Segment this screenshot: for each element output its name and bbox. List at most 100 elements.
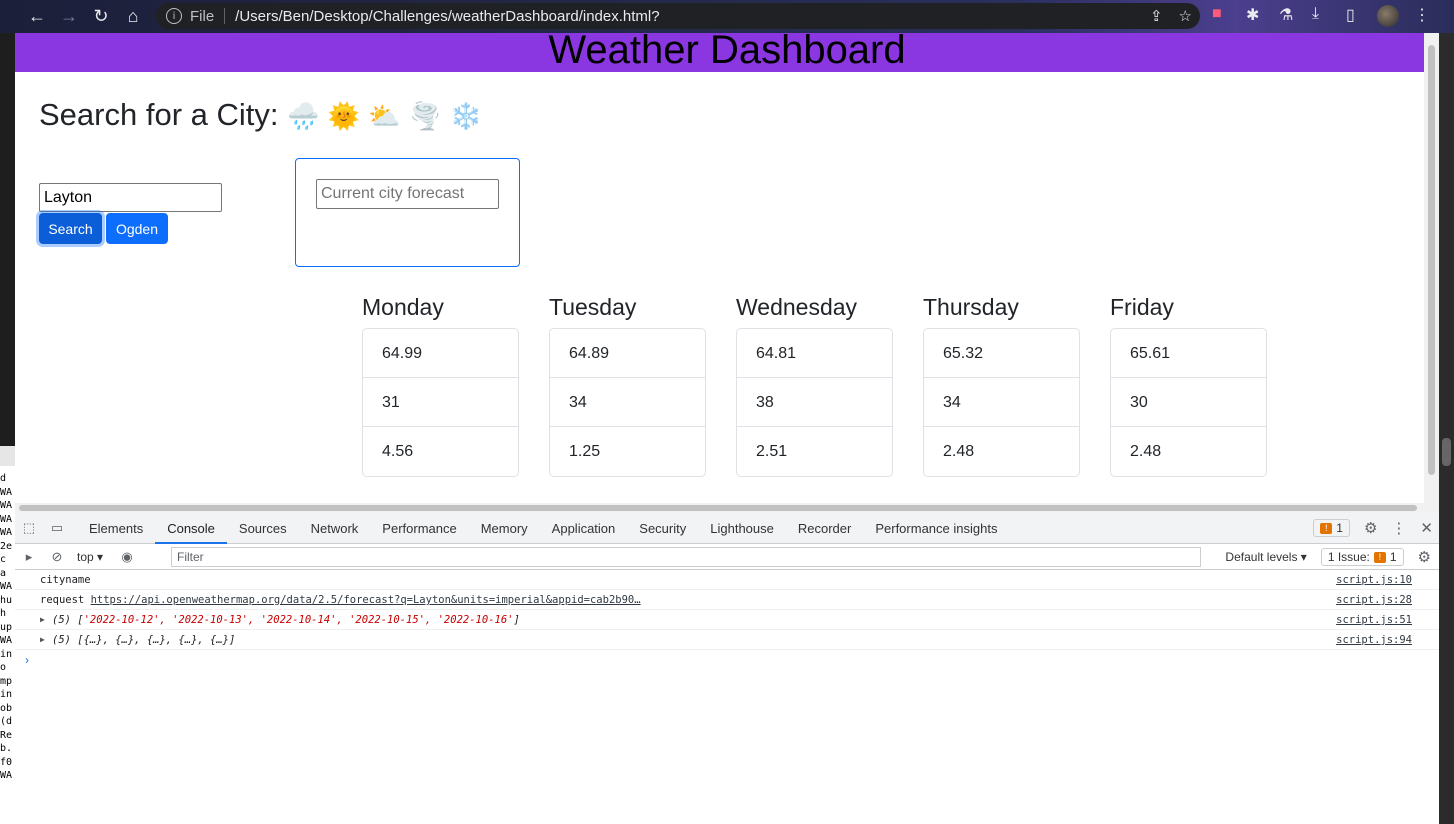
info-icon[interactable]: i xyxy=(166,8,182,24)
devtools-tab-application[interactable]: Application xyxy=(540,513,628,544)
issue-label: 1 Issue: xyxy=(1327,550,1370,564)
flask-icon[interactable]: ⚗ xyxy=(1279,5,1293,25)
devtools-tab-performance[interactable]: Performance xyxy=(370,513,468,544)
back-icon[interactable]: ← xyxy=(22,1,52,31)
extensions-puzzle-icon[interactable]: ✱ xyxy=(1246,5,1259,25)
day-forecast-card: 65.32 34 2.48 xyxy=(923,328,1080,477)
day-wind: 1.25 xyxy=(569,443,601,460)
console-log-line[interactable]: ▶ (5) [{…}, {…}, {…}, {…}, {…}] script.j… xyxy=(15,630,1439,650)
scrollbar-thumb[interactable] xyxy=(1442,438,1451,466)
reload-icon[interactable]: ↻ xyxy=(86,1,116,31)
day-name: Friday xyxy=(1110,294,1174,320)
terminal-window-edge: d WA WA WA WA 2e c a WA hu h up WA in o mp in ob (d Re b. f0 W… xyxy=(0,446,15,824)
day-wind: 2.48 xyxy=(1130,443,1162,460)
day-humidity: 38 xyxy=(737,378,892,427)
warning-icon: ! xyxy=(1373,551,1386,563)
source-link[interactable]: script.js:28 xyxy=(1336,590,1412,610)
source-link[interactable]: script.js:94 xyxy=(1336,630,1412,650)
terminal-line: hu xyxy=(0,594,13,606)
horizontal-scrollbar[interactable] xyxy=(15,503,1425,513)
terminal-line: WA xyxy=(0,527,13,538)
day-temperature: 65.32 xyxy=(924,329,1079,378)
context-selector[interactable]: top ▾ xyxy=(77,550,103,564)
forward-icon[interactable]: → xyxy=(54,1,84,31)
search-button[interactable]: Search xyxy=(39,213,102,244)
console-log-line: request https://api.openweathermap.org/d… xyxy=(15,590,1439,610)
vertical-scrollbar[interactable] xyxy=(1424,33,1439,513)
terminal-line: 2e xyxy=(0,540,13,552)
divider xyxy=(224,8,226,24)
forecast-day-tuesday: Tuesday 64.89 34 1.25 xyxy=(549,289,706,477)
console-filter-input[interactable]: Filter xyxy=(171,547,1201,567)
devtools-tab-sources[interactable]: Sources xyxy=(227,513,299,544)
address-bar[interactable]: i File /Users/Ben/Desktop/Challenges/wea… xyxy=(156,3,1200,29)
issues-badge[interactable]: ! 1 xyxy=(1313,519,1350,537)
terminal-line: WA xyxy=(0,486,13,498)
request-url-link[interactable]: https://api.openweathermap.org/data/2.5/… xyxy=(91,594,641,606)
menu-kebab-icon[interactable]: ⋮ xyxy=(1414,5,1430,25)
home-icon[interactable]: ⌂ xyxy=(118,1,148,31)
clear-console-icon[interactable]: ⊘ xyxy=(43,549,71,565)
console-toolbar: ▸ ⊘ top ▾ ◉ Filter Default levels ▾ 1 Is… xyxy=(15,544,1439,570)
bookmark-star-icon[interactable]: ☆ xyxy=(1179,7,1192,25)
live-expression-eye-icon[interactable]: ◉ xyxy=(113,549,141,565)
issue-count: 1 xyxy=(1389,550,1397,564)
profile-avatar[interactable] xyxy=(1377,5,1399,27)
console-log-line[interactable]: ▶ (5) ['2022-10-12', '2022-10-13', '2022… xyxy=(15,610,1439,630)
devtools-tab-console[interactable]: Console xyxy=(155,513,227,544)
share-icon[interactable]: ⇪ xyxy=(1150,7,1163,25)
sidebar-toggle-icon[interactable]: ▸ xyxy=(15,549,43,565)
more-options-icon[interactable]: ⋮ xyxy=(1391,519,1406,537)
log-levels-dropdown[interactable]: Default levels ▾ xyxy=(1225,550,1306,564)
terminal-line: in xyxy=(0,648,13,660)
download-icon[interactable]: ⤓ xyxy=(1312,5,1319,23)
url-text[interactable]: /Users/Ben/Desktop/Challenges/weatherDas… xyxy=(235,8,659,25)
issues-button[interactable]: 1 Issue:! 1 xyxy=(1320,548,1404,566)
day-humidity: 34 xyxy=(924,378,1079,427)
devtools-panel: ⬚ ▭ Elements Console Sources Network Perform… xyxy=(15,513,1439,824)
devtools-tab-elements[interactable]: Elements xyxy=(77,513,155,544)
forecast-day-monday: Monday 64.99 31 4.56 xyxy=(362,289,519,477)
city-search-input[interactable] xyxy=(39,183,222,212)
terminal-line: mp xyxy=(0,675,13,687)
current-forecast-panel xyxy=(295,158,520,267)
forecast-day-wednesday: Wednesday 64.81 38 2.51 xyxy=(736,289,893,477)
console-settings-icon[interactable]: ⚙ xyxy=(1418,548,1431,566)
terminal-line: (d xyxy=(0,716,13,727)
page-title: Weather Dashboard xyxy=(548,33,906,72)
device-toolbar-icon[interactable]: ▭ xyxy=(43,520,71,536)
recorder-extension-icon[interactable]: ■ xyxy=(1212,5,1222,23)
terminal-titlebar xyxy=(0,446,15,466)
current-forecast-field[interactable] xyxy=(316,179,499,209)
day-wind: 2.51 xyxy=(756,443,788,460)
source-link[interactable]: script.js:10 xyxy=(1336,570,1412,590)
terminal-line: c xyxy=(0,554,7,565)
devtools-tab-recorder[interactable]: Recorder xyxy=(786,513,863,544)
log-text: (5) [{…}, {…}, {…}, {…}, {…}] xyxy=(52,634,236,646)
devtools-tab-performance-insights[interactable]: Performance insights xyxy=(863,513,1009,544)
console-prompt[interactable]: › xyxy=(15,650,1439,670)
devtools-tab-lighthouse[interactable]: Lighthouse xyxy=(698,513,786,544)
close-devtools-icon[interactable]: ✕ xyxy=(1420,519,1433,537)
expand-caret-icon[interactable]: ▶ xyxy=(40,630,45,650)
devtools-tab-security[interactable]: Security xyxy=(627,513,698,544)
file-label: File xyxy=(190,7,215,25)
day-name: Monday xyxy=(362,294,444,320)
inspect-element-icon[interactable]: ⬚ xyxy=(15,520,43,536)
day-forecast-card: 64.89 34 1.25 xyxy=(549,328,706,477)
scrollbar-thumb[interactable] xyxy=(19,505,1417,511)
devtools-tab-memory[interactable]: Memory xyxy=(469,513,540,544)
expand-caret-icon[interactable]: ▶ xyxy=(40,610,45,630)
day-name: Thursday xyxy=(923,294,1019,320)
source-link[interactable]: script.js:51 xyxy=(1336,610,1412,630)
log-text: cityname xyxy=(40,574,91,586)
browser-toolbar: ← → ↻ ⌂ i File /Users/Ben/Desktop/Challe… xyxy=(0,0,1454,33)
devtools-tab-network[interactable]: Network xyxy=(299,513,371,544)
history-city-button[interactable]: Ogden xyxy=(106,213,168,244)
scrollbar-thumb[interactable] xyxy=(1428,45,1435,475)
sidepanel-icon[interactable]: ▯ xyxy=(1346,5,1355,25)
terminal-line: WA xyxy=(0,581,13,592)
settings-gear-icon[interactable]: ⚙ xyxy=(1364,519,1377,537)
page-header: Weather Dashboard xyxy=(15,33,1439,72)
day-temperature: 64.89 xyxy=(550,329,705,378)
